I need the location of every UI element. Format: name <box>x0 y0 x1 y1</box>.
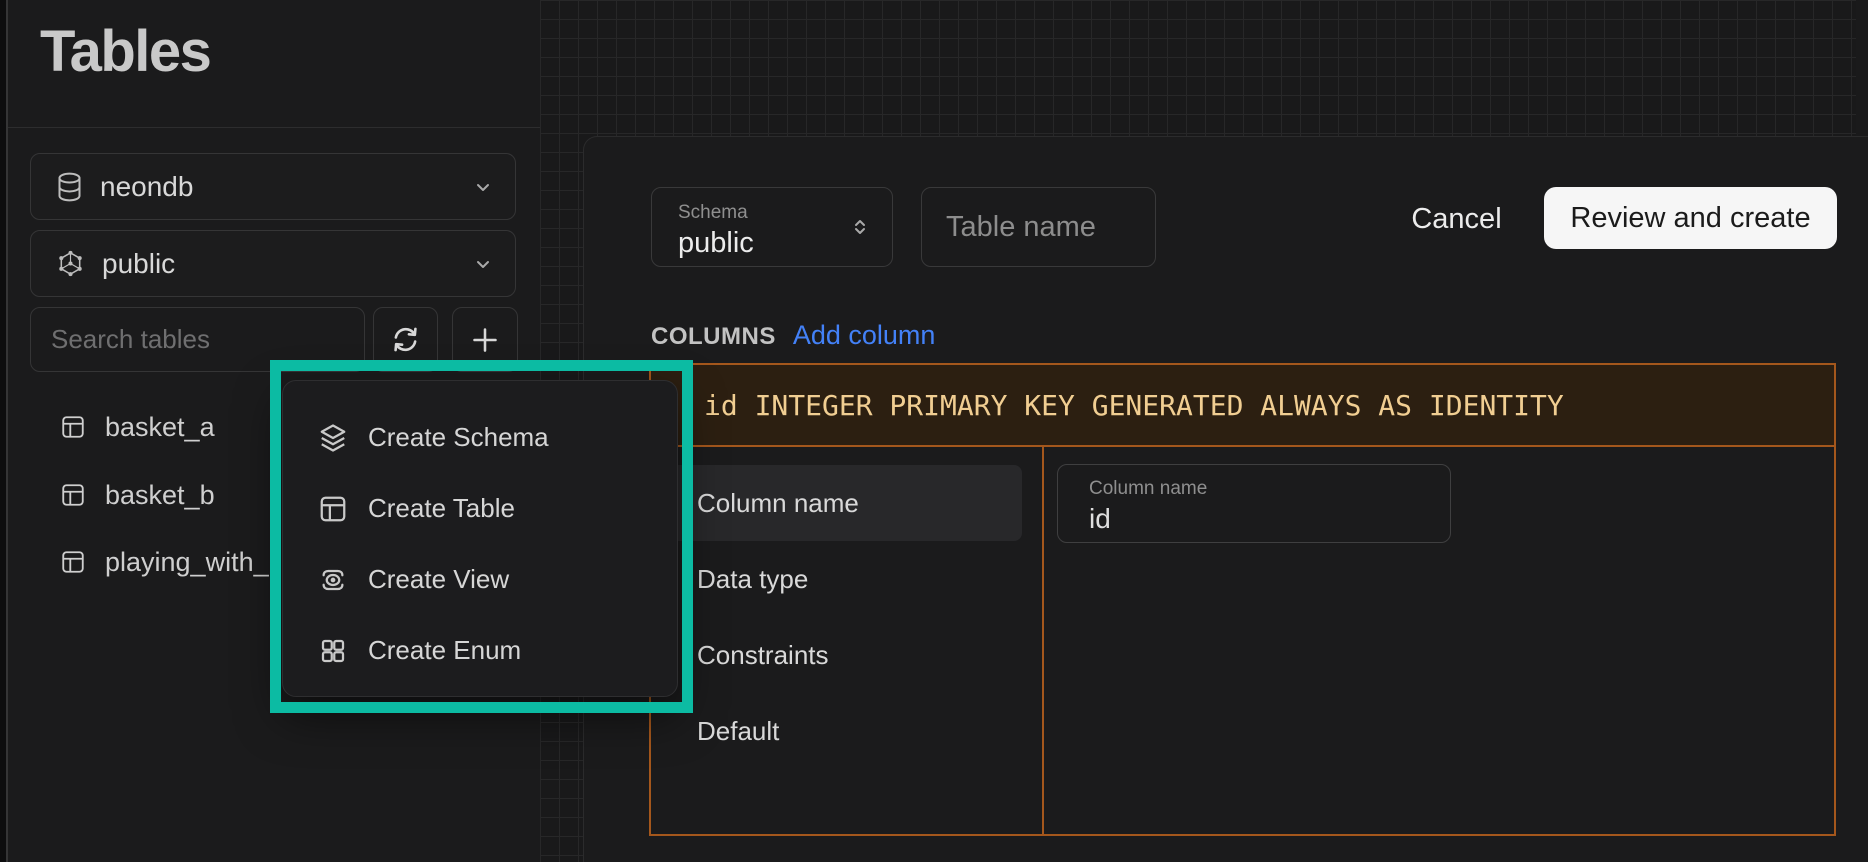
table-icon <box>60 549 86 575</box>
table-row-playing-with[interactable]: playing_with_ <box>60 539 269 585</box>
column-name-field-value: id <box>1089 503 1450 535</box>
menu-item-label: Create Enum <box>368 635 521 666</box>
search-tables-input[interactable] <box>31 308 364 371</box>
refresh-icon <box>389 323 422 356</box>
schema-select[interactable]: Schema public <box>651 187 893 267</box>
create-menu: Create Schema Create Table Create View <box>282 380 678 697</box>
column-sql-banner[interactable]: id INTEGER PRIMARY KEY GENERATED ALWAYS … <box>651 365 1834 447</box>
sidebar-divider <box>8 127 540 128</box>
app-window: Schema public Cancel Review and create C… <box>0 0 1868 862</box>
search-tables-field <box>30 307 365 372</box>
layers-icon <box>318 423 348 453</box>
create-table-panel: Schema public Cancel Review and create C… <box>583 136 1868 862</box>
page-title: Tables <box>40 18 210 85</box>
table-row-basket-a[interactable]: basket_a <box>60 404 215 450</box>
table-name: basket_b <box>105 480 215 511</box>
database-selector-value: neondb <box>100 171 193 203</box>
menu-item-create-enum[interactable]: Create Enum <box>283 615 677 686</box>
table-name-input[interactable] <box>922 188 1155 266</box>
add-button[interactable] <box>452 307 518 372</box>
table-name: basket_a <box>105 412 215 443</box>
schema-selector-value: public <box>102 248 175 280</box>
window-edge-line <box>6 0 8 862</box>
chevron-down-icon <box>471 252 495 276</box>
table-icon <box>60 482 86 508</box>
columns-heading: COLUMNS <box>651 323 776 351</box>
nav-item-constraints[interactable]: Constraints <box>669 617 1022 693</box>
column-editor: id INTEGER PRIMARY KEY GENERATED ALWAYS … <box>649 363 1836 836</box>
table-icon <box>318 494 348 524</box>
column-editor-form: Column name id <box>1044 447 1834 834</box>
table-icon <box>60 414 86 440</box>
refresh-button[interactable] <box>373 307 438 372</box>
table-name-field <box>921 187 1156 267</box>
menu-item-label: Create View <box>368 564 509 595</box>
nav-item-default[interactable]: Default <box>669 693 1022 769</box>
review-and-create-button[interactable]: Review and create <box>1544 187 1837 249</box>
table-row-basket-b[interactable]: basket_b <box>60 472 215 518</box>
columns-header-row: COLUMNS Add column <box>651 320 935 351</box>
schema-graph-icon <box>56 249 85 278</box>
nav-item-column-name[interactable]: Column name <box>669 465 1022 541</box>
add-column-link[interactable]: Add column <box>793 320 936 351</box>
chevron-down-icon <box>471 175 495 199</box>
database-icon <box>56 172 83 202</box>
menu-item-label: Create Table <box>368 493 515 524</box>
column-editor-body: Column name Data type Constraints Defaul… <box>651 447 1834 834</box>
database-selector[interactable]: neondb <box>30 153 516 220</box>
grid-squares-icon <box>318 636 348 666</box>
plus-icon <box>467 322 503 358</box>
menu-item-create-schema[interactable]: Create Schema <box>283 402 677 473</box>
column-name-field-label: Column name <box>1089 478 1450 500</box>
chevron-up-down-icon <box>848 215 872 239</box>
table-name: playing_with_ <box>105 547 269 578</box>
menu-item-label: Create Schema <box>368 422 549 453</box>
column-editor-nav: Column name Data type Constraints Defaul… <box>651 447 1044 834</box>
view-eye-icon <box>318 565 348 595</box>
schema-selector[interactable]: public <box>30 230 516 297</box>
column-name-field[interactable]: Column name id <box>1057 464 1451 543</box>
nav-item-data-type[interactable]: Data type <box>669 541 1022 617</box>
cancel-button[interactable]: Cancel <box>1384 189 1529 249</box>
menu-item-create-view[interactable]: Create View <box>283 544 677 615</box>
menu-item-create-table[interactable]: Create Table <box>283 473 677 544</box>
